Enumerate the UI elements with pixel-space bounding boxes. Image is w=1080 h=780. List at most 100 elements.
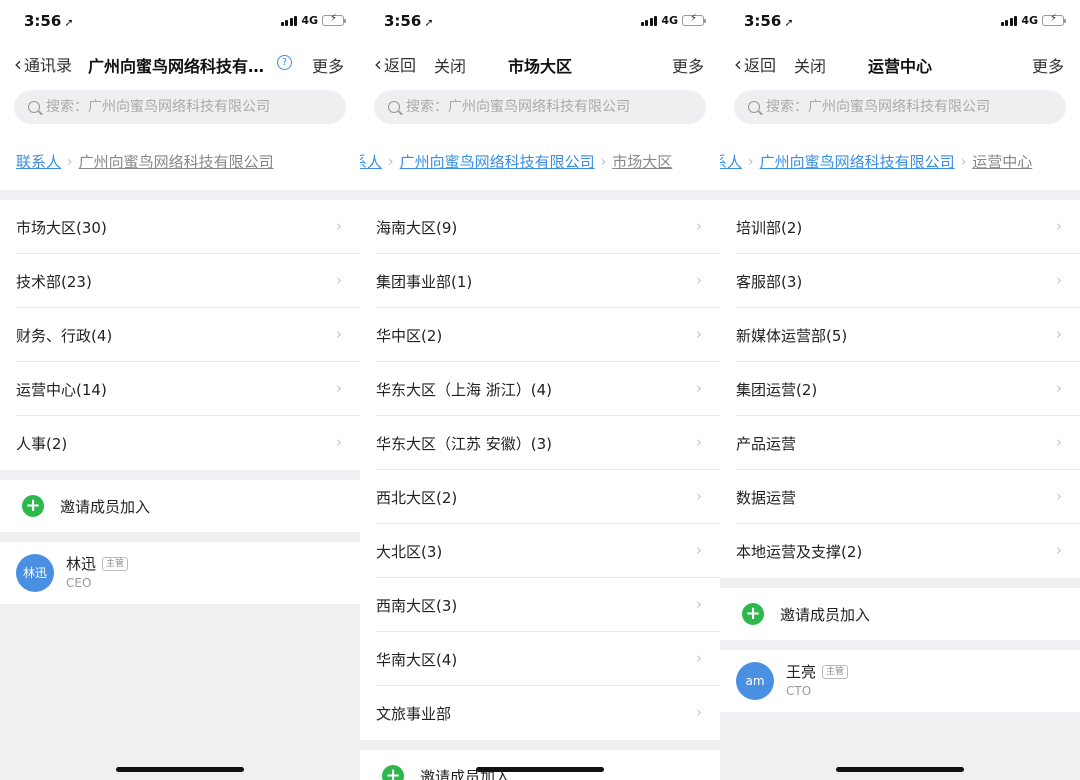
chevron-right-icon: › (696, 703, 702, 721)
battery-icon: ⚡ (322, 13, 346, 26)
list-item[interactable]: 华东大区（江苏 安徽）(3) › (360, 416, 720, 470)
breadcrumb-link[interactable]: 广州向蜜鸟网络科技有限公司 (400, 151, 595, 172)
item-label: 集团事业部(1) (376, 272, 473, 291)
item-label: 本地运营及支撑(2) (736, 542, 863, 561)
chevron-right-icon: › (336, 271, 342, 289)
list-item[interactable]: 华南大区(4) › (360, 632, 720, 686)
list-item[interactable]: 华中区(2) › (360, 308, 720, 362)
search-box[interactable] (734, 90, 1066, 124)
chevron-right-icon: › (960, 153, 967, 170)
home-indicator (836, 767, 964, 772)
chevron-right-icon: › (336, 325, 342, 343)
search-icon (28, 101, 40, 113)
more-button[interactable]: 更多 (672, 53, 704, 77)
list-item[interactable]: 集团运营(2) › (720, 362, 1080, 416)
item-label: 大北区(3) (376, 542, 443, 561)
page-title: 广州向蜜鸟网络科技有… (88, 57, 265, 76)
list-item[interactable]: 新媒体运营部(5) › (720, 308, 1080, 362)
status-time: 3:56 ➚ (384, 12, 434, 30)
list-item[interactable]: 技术部(23) › (0, 254, 360, 308)
item-label: 新媒体运营部(5) (736, 326, 848, 345)
list-item[interactable]: 海南大区(9) › (360, 200, 720, 254)
chevron-right-icon: › (336, 217, 342, 235)
list-item[interactable]: 大北区(3) › (360, 524, 720, 578)
home-indicator (476, 767, 604, 772)
chevron-left-icon: ‹ (14, 52, 22, 76)
chevron-right-icon: › (696, 595, 702, 613)
battery-icon: ⚡ (682, 13, 706, 26)
nav-bar: ‹ 返回 关闭 市场大区 更多 (360, 42, 720, 86)
chevron-right-icon: › (336, 379, 342, 397)
role-badge: 主管 (822, 664, 849, 679)
item-label: 客服部(3) (736, 272, 803, 291)
breadcrumb-link[interactable]: 系人 (360, 151, 382, 172)
status-bar: 3:56 ➚ 4G ⚡ (720, 0, 1080, 42)
home-indicator (116, 767, 244, 772)
item-label: 西南大区(3) (376, 596, 458, 615)
location-arrow-icon: ➚ (784, 16, 794, 29)
status-bar: 3:56 ➚ 4G ⚡ (0, 0, 360, 42)
member-name: 林迅 (66, 555, 97, 573)
location-arrow-icon: ➚ (424, 16, 434, 29)
chevron-right-icon: › (696, 325, 702, 343)
back-label: 通讯录 (24, 56, 73, 75)
invite-member-button[interactable]: + 邀请成员加入 (720, 588, 1080, 640)
list-item[interactable]: 集团事业部(1) › (360, 254, 720, 308)
item-label: 财务、行政(4) (16, 326, 113, 345)
search-box[interactable] (374, 90, 706, 124)
item-label: 海南大区(9) (376, 218, 458, 237)
search-box[interactable] (14, 90, 346, 124)
breadcrumb-link[interactable]: 联系人 (16, 151, 61, 172)
list-item[interactable]: 产品运营 › (720, 416, 1080, 470)
list-item[interactable]: 培训部(2) › (720, 200, 1080, 254)
member-row[interactable]: 林迅 林迅 主管 CEO (0, 542, 360, 604)
item-label: 华南大区(4) (376, 650, 458, 669)
breadcrumb-link[interactable]: 系人 (720, 151, 742, 172)
list-item[interactable]: 西北大区(2) › (360, 470, 720, 524)
list-item[interactable]: 西南大区(3) › (360, 578, 720, 632)
screen-company: 3:56➚ 4G ⚡ ‹通讯录 广州向蜜鸟网络科技有… ? 更多 联系人 › 广… (0, 0, 360, 780)
list-item[interactable]: 数据运营 › (720, 470, 1080, 524)
breadcrumb-link[interactable]: 广州向蜜鸟网络科技有限公司 (760, 151, 955, 172)
search-input[interactable] (766, 99, 1036, 115)
status-right: 4G ⚡ (1000, 13, 1066, 27)
list-item[interactable]: 市场大区(30) › (0, 200, 360, 254)
more-button[interactable]: 更多 (1032, 53, 1064, 77)
list-item[interactable]: 人事(2) › (0, 416, 360, 470)
search-input[interactable] (406, 99, 676, 115)
search-input[interactable] (46, 99, 316, 115)
invite-member-button[interactable]: + 邀请成员加入 (360, 750, 720, 780)
list-item[interactable]: 华东大区（上海 浙江）(4) › (360, 362, 720, 416)
item-label: 华中区(2) (376, 326, 443, 345)
department-list: 培训部(2) › 客服部(3) › 新媒体运营部(5) › 集团运营(2) › 产品运营… (720, 200, 1080, 578)
network-label: 4G (661, 14, 678, 27)
list-item[interactable]: 财务、行政(4) › (0, 308, 360, 362)
item-label: 产品运营 (736, 434, 797, 453)
item-label: 华东大区（上海 浙江）(4) (376, 380, 553, 399)
invite-member-button[interactable]: + 邀请成员加入 (0, 480, 360, 532)
more-button[interactable]: 更多 (312, 53, 344, 77)
chevron-right-icon: › (336, 433, 342, 451)
department-list: 海南大区(9) › 集团事业部(1) › 华中区(2) › 华东大区（上海 浙江）(4… (360, 200, 720, 740)
network-label: 4G (1021, 14, 1038, 27)
chevron-right-icon: › (696, 649, 702, 667)
signal-icon (640, 15, 658, 26)
member-name-wrap: 林迅 主管 (66, 553, 129, 574)
help-circle-icon[interactable]: ? (277, 55, 292, 70)
list-item[interactable]: 运营中心(14) › (0, 362, 360, 416)
plus-circle-icon: + (22, 495, 44, 517)
location-arrow-icon: ➚ (64, 16, 74, 29)
list-item[interactable]: 文旅事业部 › (360, 686, 720, 740)
list-item[interactable]: 客服部(3) › (720, 254, 1080, 308)
chevron-right-icon: › (600, 153, 607, 170)
chevron-right-icon: › (696, 541, 702, 559)
list-item[interactable]: 本地运营及支撑(2) › (720, 524, 1080, 578)
search-icon (748, 101, 760, 113)
avatar: am (736, 662, 774, 700)
back-button[interactable]: ‹ 通讯录 (14, 52, 72, 76)
breadcrumb-current: 运营中心 (972, 153, 1033, 171)
member-row[interactable]: am 王亮 主管 CTO (720, 650, 1080, 712)
chevron-right-icon: › (696, 271, 702, 289)
invite-label: 邀请成员加入 (780, 605, 871, 624)
search-bar (720, 86, 1080, 134)
